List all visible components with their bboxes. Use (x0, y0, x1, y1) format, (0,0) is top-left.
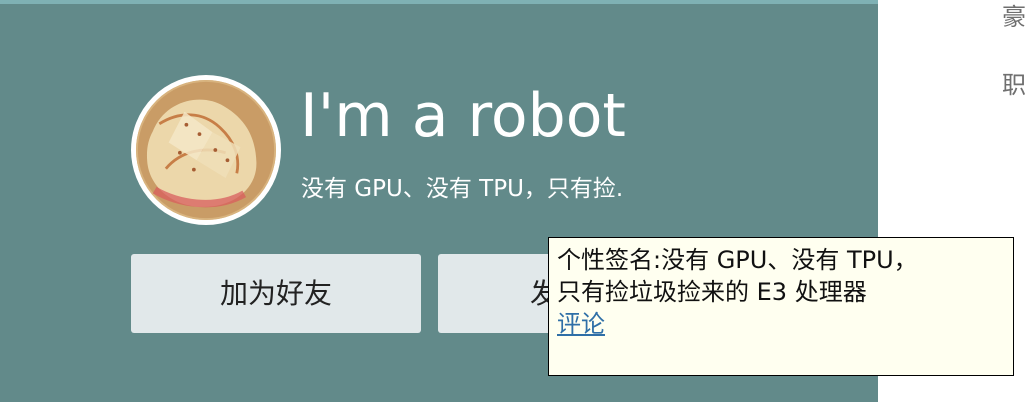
tooltip-signature-line-1: 个性签名:没有 GPU、没有 TPU， (557, 246, 918, 274)
top-strip (0, 0, 878, 4)
profile-signature: 没有 GPU、没有 TPU，只有捡. (301, 176, 624, 202)
profile-username: I'm a robot (300, 81, 626, 151)
add-friend-button[interactable]: 加为好友 (131, 254, 421, 333)
comment-link[interactable]: 评论 (557, 308, 605, 340)
right-side-text-line-2: 职 (1002, 71, 1026, 99)
food-avatar-icon (136, 80, 276, 220)
avatar[interactable] (131, 75, 281, 225)
right-side-text-line-1: 豪 (1002, 3, 1026, 31)
tooltip-signature-line-2: 只有捡垃圾捡来的 E3 处理器 (557, 278, 867, 306)
signature-tooltip: 个性签名:没有 GPU、没有 TPU， 只有捡垃圾捡来的 E3 处理器 评论 (548, 237, 1014, 376)
